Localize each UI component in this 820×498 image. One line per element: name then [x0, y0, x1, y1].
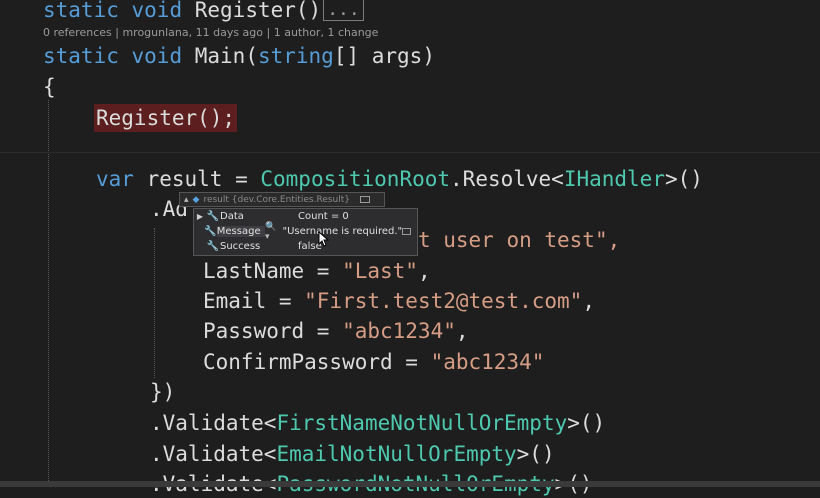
code-text: .Validate< — [150, 442, 277, 466]
collapsed-region-button[interactable]: ... — [323, 0, 364, 21]
keyword: void — [131, 0, 183, 22]
code-text: .Validate< — [150, 411, 277, 435]
mouse-cursor-icon — [318, 231, 330, 247]
code-line-register-call: Register(); — [96, 104, 236, 132]
property-name: Password = — [203, 319, 343, 343]
code-line-confirm-password: ConfirmPassword = "abc1234" — [203, 348, 544, 376]
method-name: Main( — [194, 44, 258, 68]
code-line-lastname: LastName = "Last", — [203, 257, 431, 285]
line-separator — [0, 152, 820, 153]
expand-arrow-icon[interactable]: ▴ — [184, 195, 189, 205]
datatip-field-value[interactable]: false — [298, 241, 417, 252]
keyword: var — [96, 167, 134, 191]
code-text: >() — [516, 442, 555, 466]
datatip-row-data[interactable]: ▶ 🔧 Data Count = 0 — [194, 209, 417, 224]
string-literal: "First.test2@test.com" — [304, 289, 583, 313]
params: [] args) — [333, 44, 435, 68]
wrench-icon: 🔧 — [204, 226, 217, 237]
codelens-info[interactable]: 0 references | mrogunlana, 11 days ago |… — [43, 26, 378, 39]
datatip-row-success[interactable]: 🔧 Success false — [194, 239, 417, 254]
datatip-row-message[interactable]: 🔧 Message 🔍▾ "Username is required." — [194, 222, 417, 242]
datatip-field-name: Success — [220, 241, 261, 252]
code-line-result: var result = CompositionRoot.Resolve<IHa… — [96, 165, 703, 193]
code-line-validate-firstname: .Validate<FirstNameNotNullOrEmpty>() — [150, 409, 605, 437]
code-text: , — [455, 319, 469, 343]
property-name: Email = — [203, 289, 305, 313]
type-name: EmailNotNullOrEmpty — [276, 442, 517, 466]
code-text: , — [417, 259, 431, 283]
string-literal: st user on test", — [405, 228, 621, 252]
type-name: CompositionRoot — [260, 167, 451, 191]
indent-guide — [154, 228, 155, 378]
datatip-field-value[interactable]: Count = 0 — [298, 211, 417, 222]
expand-arrow-icon[interactable]: ▶ — [194, 212, 206, 221]
datatip-field-name: Message — [216, 226, 265, 237]
wrench-icon: 🔧 — [206, 241, 220, 252]
method-name: Register() — [194, 0, 322, 22]
datatip-panel[interactable]: ▶ 🔧 Data Count = 0 🔧 Message 🔍▾ "Usernam… — [193, 208, 418, 256]
datatip-title: result {dev.Core.Entities.Result} — [203, 194, 351, 205]
code-line-main-decl: static void Main(string[] args) — [43, 42, 435, 70]
object-icon: ◆ — [192, 194, 200, 205]
code-text: result = — [133, 167, 261, 191]
pin-icon[interactable] — [360, 196, 371, 203]
code-line-email: Email = "First.test2@test.com", — [203, 287, 595, 315]
indent-guide — [48, 100, 49, 487]
code-text: .Resolve< — [450, 167, 564, 191]
pin-icon[interactable] — [402, 228, 412, 235]
property-name: LastName = — [203, 259, 343, 283]
keyword: string — [257, 44, 334, 68]
keyword: void — [131, 44, 183, 68]
horizontal-scrollbar[interactable] — [0, 481, 820, 487]
code-text: >() — [567, 411, 606, 435]
keyword: static — [43, 44, 119, 68]
wrench-icon: 🔧 — [206, 211, 220, 222]
type-name: IHandler — [563, 167, 665, 191]
string-literal: "abc1234" — [430, 350, 545, 374]
property-name: ConfirmPassword = — [203, 350, 431, 374]
string-literal: "abc1234" — [342, 319, 456, 343]
datatip-field-value[interactable]: "Username is required." — [283, 226, 403, 237]
string-literal: "Last" — [342, 259, 418, 283]
code-text: , — [582, 289, 595, 313]
type-name: FirstNameNotNullOrEmpty — [276, 411, 568, 435]
code-text: >() — [664, 167, 703, 191]
code-line-close-object: }) — [150, 380, 176, 404]
keyword: static — [43, 0, 119, 22]
code-line-validate-email: .Validate<EmailNotNullOrEmpty>() — [150, 440, 555, 468]
datatip-header[interactable]: ▴ ◆ result {dev.Core.Entities.Result} — [179, 192, 385, 207]
breakpoint-highlight[interactable]: Register(); — [96, 106, 236, 130]
code-line-open-brace: { — [43, 75, 56, 99]
code-line-password: Password = "abc1234", — [203, 317, 469, 345]
code-line-register-decl: static void Register()... — [43, 0, 364, 24]
datatip-field-name: Data — [220, 211, 244, 222]
